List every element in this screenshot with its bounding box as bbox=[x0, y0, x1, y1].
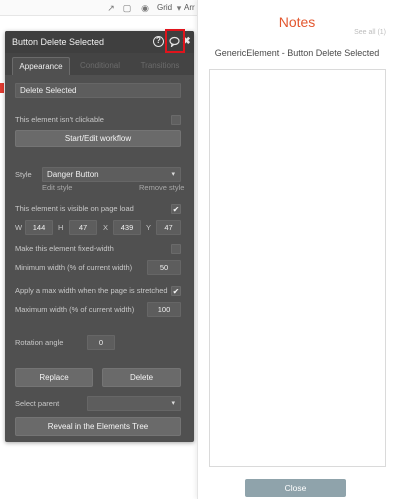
max-width-input[interactable]: 100 bbox=[147, 302, 181, 317]
style-label: Style bbox=[15, 170, 32, 179]
height-label: H bbox=[58, 223, 64, 232]
eye-icon[interactable]: ◉ bbox=[140, 3, 150, 13]
grid-menu[interactable]: Grid bbox=[157, 3, 172, 13]
reveal-elements-tree-button[interactable]: Reveal in the Elements Tree bbox=[15, 417, 181, 436]
style-select[interactable]: Danger Button ▾ bbox=[42, 167, 181, 182]
notes-element-name: GenericElement - Button Delete Selected bbox=[214, 48, 380, 58]
tab-conditional[interactable]: Conditional bbox=[70, 57, 130, 75]
panel-header[interactable]: Button Delete Selected ? ✖ bbox=[5, 29, 194, 53]
tab-bar: Appearance Conditional Transitions bbox=[5, 53, 194, 75]
notes-panel: Notes See all (1) GenericElement - Butto… bbox=[197, 0, 395, 499]
notes-textarea[interactable] bbox=[209, 69, 386, 467]
property-editor: Button Delete Selected ? ✖ Appearance Co… bbox=[5, 29, 194, 442]
visible-on-load-checkbox[interactable]: ✔ bbox=[171, 204, 181, 214]
comment-highlight-box bbox=[165, 29, 185, 53]
apply-max-width-checkbox[interactable]: ✔ bbox=[171, 286, 181, 296]
cursor-icon[interactable]: ↗ bbox=[106, 3, 116, 13]
grid-square-icon[interactable]: ▢ bbox=[122, 3, 132, 13]
see-all-link[interactable]: See all (1) bbox=[354, 28, 386, 37]
arrange-menu[interactable]: Arr bbox=[184, 3, 195, 13]
tab-transitions[interactable]: Transitions bbox=[130, 57, 190, 75]
fixed-width-checkbox[interactable] bbox=[171, 244, 181, 254]
not-clickable-checkbox[interactable] bbox=[171, 115, 181, 125]
visible-on-load-label: This element is visible on page load bbox=[15, 204, 134, 213]
min-width-input[interactable]: 50 bbox=[147, 260, 181, 275]
y-label: Y bbox=[146, 223, 152, 232]
style-select-value: Danger Button bbox=[47, 170, 99, 179]
close-button[interactable]: Close bbox=[245, 479, 346, 497]
min-width-label: Minimum width (% of current width) bbox=[15, 263, 133, 272]
width-label: W bbox=[15, 223, 23, 232]
max-width-label: Maximum width (% of current width) bbox=[15, 305, 135, 314]
rotation-input[interactable]: 0 bbox=[87, 335, 115, 350]
chevron-down-icon: ▾ bbox=[171, 400, 175, 407]
rotation-label: Rotation angle bbox=[15, 338, 64, 347]
x-input[interactable]: 439 bbox=[113, 220, 141, 235]
select-parent-dropdown[interactable]: ▾ bbox=[87, 396, 181, 411]
panel-title: Button Delete Selected bbox=[12, 37, 105, 47]
width-input[interactable]: 144 bbox=[25, 220, 53, 235]
canvas-element-edge bbox=[0, 83, 4, 93]
tab-appearance[interactable]: Appearance bbox=[12, 57, 70, 75]
height-input[interactable]: 47 bbox=[69, 220, 97, 235]
remove-style-link[interactable]: Remove style bbox=[139, 183, 184, 193]
apply-max-width-label: Apply a max width when the page is stret… bbox=[15, 286, 168, 295]
edit-style-link[interactable]: Edit style bbox=[42, 183, 72, 193]
fixed-width-label: Make this element fixed-width bbox=[15, 244, 114, 253]
delete-button[interactable]: Delete bbox=[102, 368, 181, 387]
x-label: X bbox=[103, 223, 109, 232]
select-parent-label: Select parent bbox=[15, 399, 60, 408]
button-text-input[interactable]: Delete Selected bbox=[15, 83, 181, 98]
not-clickable-label: This element isn't clickable bbox=[15, 115, 104, 124]
top-toolbar: ↗ ▢ ◉ Grid ▾ Arr bbox=[0, 0, 200, 16]
chevron-down-icon: ▾ bbox=[171, 171, 175, 178]
help-icon[interactable]: ? bbox=[153, 36, 164, 47]
chevron-down-icon[interactable]: ▾ bbox=[174, 3, 184, 13]
y-input[interactable]: 47 bbox=[156, 220, 181, 235]
replace-button[interactable]: Replace bbox=[15, 368, 93, 387]
start-edit-workflow-button[interactable]: Start/Edit workflow bbox=[15, 130, 181, 147]
